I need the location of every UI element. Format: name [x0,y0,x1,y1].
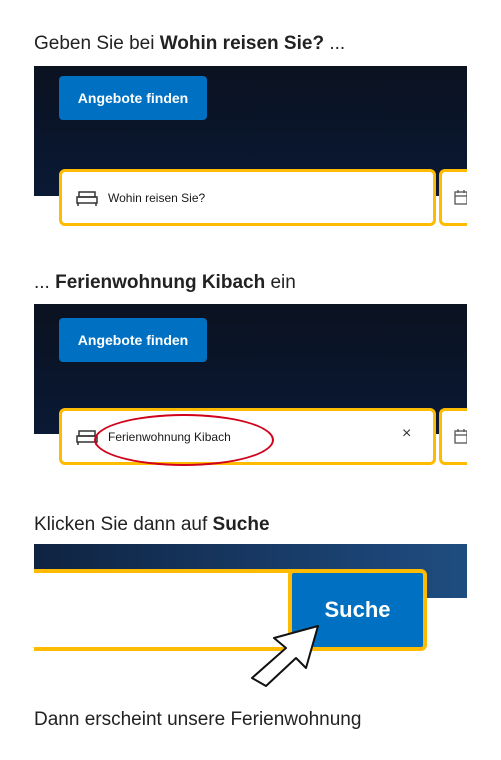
instruction-step-1: Geben Sie bei Wohin reisen Sie? ... [34,33,346,54]
date-field[interactable] [439,169,467,226]
screenshot-step-2: Angebote finden Ferienwohnung Kibach × [34,304,467,470]
instruction-step-3: Klicken Sie dann auf Suche [34,514,270,535]
highlight-ellipse [94,414,274,466]
calendar-icon [454,190,467,205]
instruction-final: Dann erscheint unsere Ferienwohnung [34,709,362,730]
bed-icon [76,190,98,206]
date-field[interactable] [439,408,467,465]
destination-placeholder: Wohin reisen Sie? [108,190,206,205]
calendar-icon [454,429,467,444]
offers-button[interactable]: Angebote finden [59,76,207,120]
screenshot-step-1: Angebote finden Wohin reisen Sie? [34,66,467,232]
offers-button[interactable]: Angebote finden [59,318,207,362]
instruction-step-2: ... Ferienwohnung Kibach ein [34,272,296,293]
cursor-arrow-icon [251,625,319,687]
destination-search-input[interactable]: Wohin reisen Sie? [59,169,436,226]
clear-icon[interactable]: × [402,425,411,443]
